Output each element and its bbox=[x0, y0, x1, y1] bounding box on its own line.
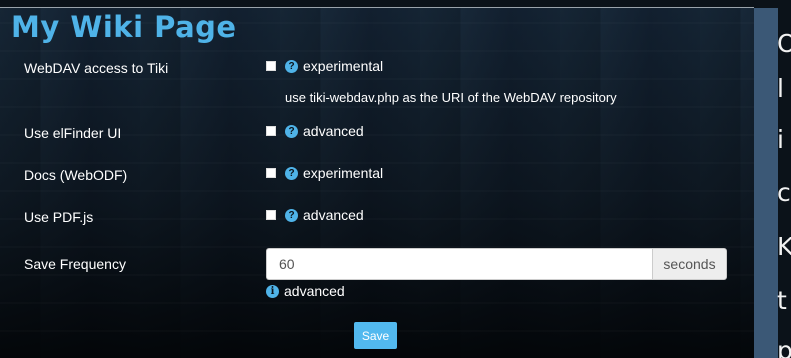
top-border bbox=[0, 0, 754, 8]
setting-label: Use PDF.js bbox=[24, 209, 94, 225]
seconds-addon: seconds bbox=[652, 248, 727, 280]
save-frequency-group: seconds bbox=[266, 248, 727, 280]
side-text-char: l bbox=[777, 74, 784, 103]
save-frequency-info: i advanced bbox=[266, 283, 345, 299]
side-text-char: c bbox=[777, 178, 791, 207]
pdfjs-checkbox[interactable] bbox=[266, 210, 276, 220]
side-text-char: i bbox=[777, 125, 784, 154]
scrollbar-track[interactable] bbox=[754, 8, 778, 358]
help-icon[interactable]: ? bbox=[285, 208, 298, 222]
setting-option: ? experimental bbox=[266, 58, 383, 74]
help-icon[interactable]: ? bbox=[285, 59, 298, 73]
setting-label: Docs (WebODF) bbox=[24, 167, 128, 183]
tag-label: advanced bbox=[284, 283, 345, 299]
save-frequency-label: Save Frequency bbox=[24, 256, 126, 272]
setting-option: ? advanced bbox=[266, 207, 364, 223]
side-text-char: O bbox=[777, 29, 791, 58]
tag-label: advanced bbox=[303, 207, 364, 223]
setting-option: ? experimental bbox=[266, 165, 383, 181]
save-button[interactable]: Save bbox=[354, 322, 397, 349]
help-icon[interactable]: ? bbox=[285, 166, 298, 180]
setting-option: ? advanced bbox=[266, 123, 364, 139]
elfinder-checkbox[interactable] bbox=[266, 126, 276, 136]
webodf-checkbox[interactable] bbox=[266, 168, 276, 178]
side-text-char: t bbox=[777, 286, 787, 315]
tag-label: advanced bbox=[303, 123, 364, 139]
side-text-char: p bbox=[777, 336, 791, 358]
tag-label: experimental bbox=[303, 165, 384, 181]
tag-label: experimental bbox=[303, 58, 384, 74]
side-text-char: K bbox=[777, 232, 791, 261]
save-frequency-input[interactable] bbox=[266, 248, 652, 280]
info-icon[interactable]: i bbox=[266, 284, 279, 298]
setting-note: use tiki-webdav.php as the URI of the We… bbox=[285, 90, 617, 105]
help-icon[interactable]: ? bbox=[285, 124, 298, 138]
page-title: My Wiki Page bbox=[11, 10, 237, 44]
setting-label: WebDAV access to Tiki bbox=[24, 60, 169, 76]
setting-label: Use elFinder UI bbox=[24, 125, 122, 141]
webdav-checkbox[interactable] bbox=[266, 61, 276, 71]
